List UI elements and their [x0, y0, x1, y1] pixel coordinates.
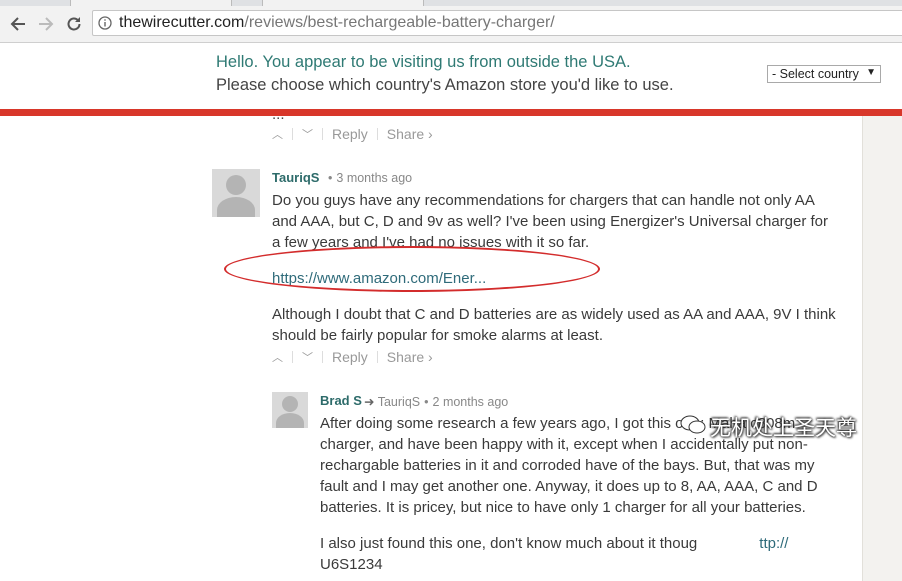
upvote-icon[interactable]: ︿	[272, 126, 283, 142]
reply-time[interactable]: 2 months ago	[433, 395, 509, 409]
reply-body: U6S1234	[320, 556, 383, 573]
info-icon[interactable]	[98, 16, 112, 30]
avatar[interactable]	[212, 169, 260, 217]
comment-time[interactable]: 3 months ago	[336, 171, 412, 185]
comment-meta: • 3 months ago	[328, 171, 413, 185]
country-banner: Hello. You appear to be visiting us from…	[0, 43, 902, 109]
address-bar[interactable]: thewirecutter.com/reviews/best-rechargea…	[92, 10, 902, 36]
reply-link-fragment[interactable]: ttp://	[759, 535, 788, 552]
downvote-icon[interactable]: ﹀	[302, 349, 313, 365]
banner-instruction: Please choose which country's Amazon sto…	[216, 76, 674, 94]
reply-link[interactable]: Reply	[332, 126, 368, 142]
downvote-icon[interactable]: ﹀	[302, 126, 313, 142]
banner-greeting: Hello. You appear to be visiting us from…	[216, 53, 631, 71]
comment-actions: ︿ ﹀ Reply Share ›	[272, 126, 433, 142]
url-text: thewirecutter.com/reviews/best-rechargea…	[119, 14, 555, 32]
reload-icon	[67, 17, 81, 31]
forward-button[interactable]	[34, 12, 58, 36]
comments-section: ... ︿ ﹀ Reply Share › TauriqS • 3 months …	[0, 114, 902, 581]
divider	[376, 128, 378, 140]
watermark-text: 无机处上圣天尊	[710, 417, 857, 440]
divider	[292, 128, 293, 140]
reply-arrow-icon: ➜	[364, 395, 375, 409]
url-domain: thewirecutter.com	[119, 14, 245, 31]
accent-divider	[0, 109, 902, 116]
country-select[interactable]: - Select country ▼	[767, 65, 881, 83]
comment-body: Do you guys have any recommendations for…	[272, 192, 829, 251]
comment-author[interactable]: TauriqS	[272, 170, 319, 185]
share-link[interactable]: Share ›	[387, 126, 433, 142]
wechat-icon	[680, 415, 706, 434]
reply-to-user[interactable]: TauriqS	[378, 395, 420, 409]
back-button[interactable]	[6, 12, 30, 36]
divider	[322, 128, 323, 140]
reply-body: I also just found this one, don't know m…	[320, 533, 840, 554]
reload-button[interactable]	[62, 12, 86, 36]
back-arrow-icon	[10, 17, 25, 31]
reply-text: I also just found this one, don't know m…	[320, 535, 698, 552]
browser-toolbar: thewirecutter.com/reviews/best-rechargea…	[0, 6, 902, 43]
divider	[322, 351, 323, 363]
dropdown-arrow-icon: ▼	[866, 67, 876, 78]
comment-actions: ︿ ﹀ Reply Share ›	[272, 349, 433, 365]
divider	[292, 351, 293, 363]
reply-link[interactable]: Reply	[332, 349, 368, 365]
upvote-icon[interactable]: ︿	[272, 349, 283, 365]
highlight-annotation	[224, 246, 600, 292]
share-link[interactable]: Share ›	[387, 349, 433, 365]
forward-arrow-icon	[39, 17, 54, 31]
avatar[interactable]	[272, 392, 308, 428]
reply-author[interactable]: Brad S	[320, 393, 362, 408]
reply-meta: ➜ TauriqS • 2 months ago	[364, 395, 509, 409]
url-path: /reviews/best-rechargeable-battery-charg…	[244, 14, 555, 31]
comment-body: Although I doubt that C and D batteries …	[272, 306, 836, 344]
page-gutter	[862, 116, 902, 581]
country-select-value: - Select country	[772, 67, 859, 81]
divider	[376, 351, 378, 363]
